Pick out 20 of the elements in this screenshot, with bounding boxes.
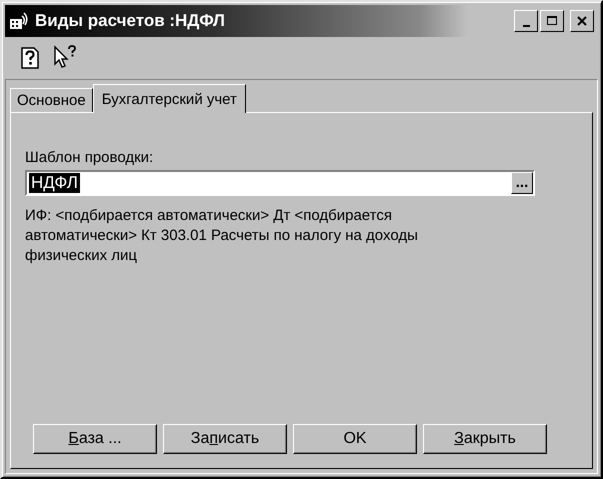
pointer-help-icon[interactable]: [53, 45, 79, 71]
dialog-button[interactable]: Закрыть: [423, 424, 547, 454]
maximize-icon: [546, 15, 558, 27]
tab[interactable]: Бухгалтерский учет: [92, 84, 246, 113]
posting-description: ИФ: <подбирается автоматически> Дт <подбирается автоматически> Кт 303.01 Расчеты по налогу на доходы физических лиц: [25, 206, 419, 266]
window-title: Виды расчетов :НДФЛ: [35, 11, 225, 31]
dialog-button[interactable]: База ...: [33, 424, 157, 454]
dialog-button[interactable]: OK: [293, 424, 417, 454]
dialog-button[interactable]: Записать: [163, 424, 287, 454]
browse-button[interactable]: ...: [511, 172, 533, 194]
minimize-button[interactable]: [514, 10, 538, 32]
close-button[interactable]: [570, 10, 594, 32]
app-icon: [9, 12, 29, 30]
maximize-button[interactable]: [540, 10, 564, 32]
field-label: Шаблон проводки:: [25, 149, 154, 166]
minimize-icon: [522, 25, 530, 27]
tab[interactable]: Основное: [10, 88, 93, 112]
template-field[interactable]: НДФЛ ...: [25, 170, 535, 196]
close-icon: [576, 15, 588, 27]
help-icon[interactable]: [21, 47, 39, 69]
